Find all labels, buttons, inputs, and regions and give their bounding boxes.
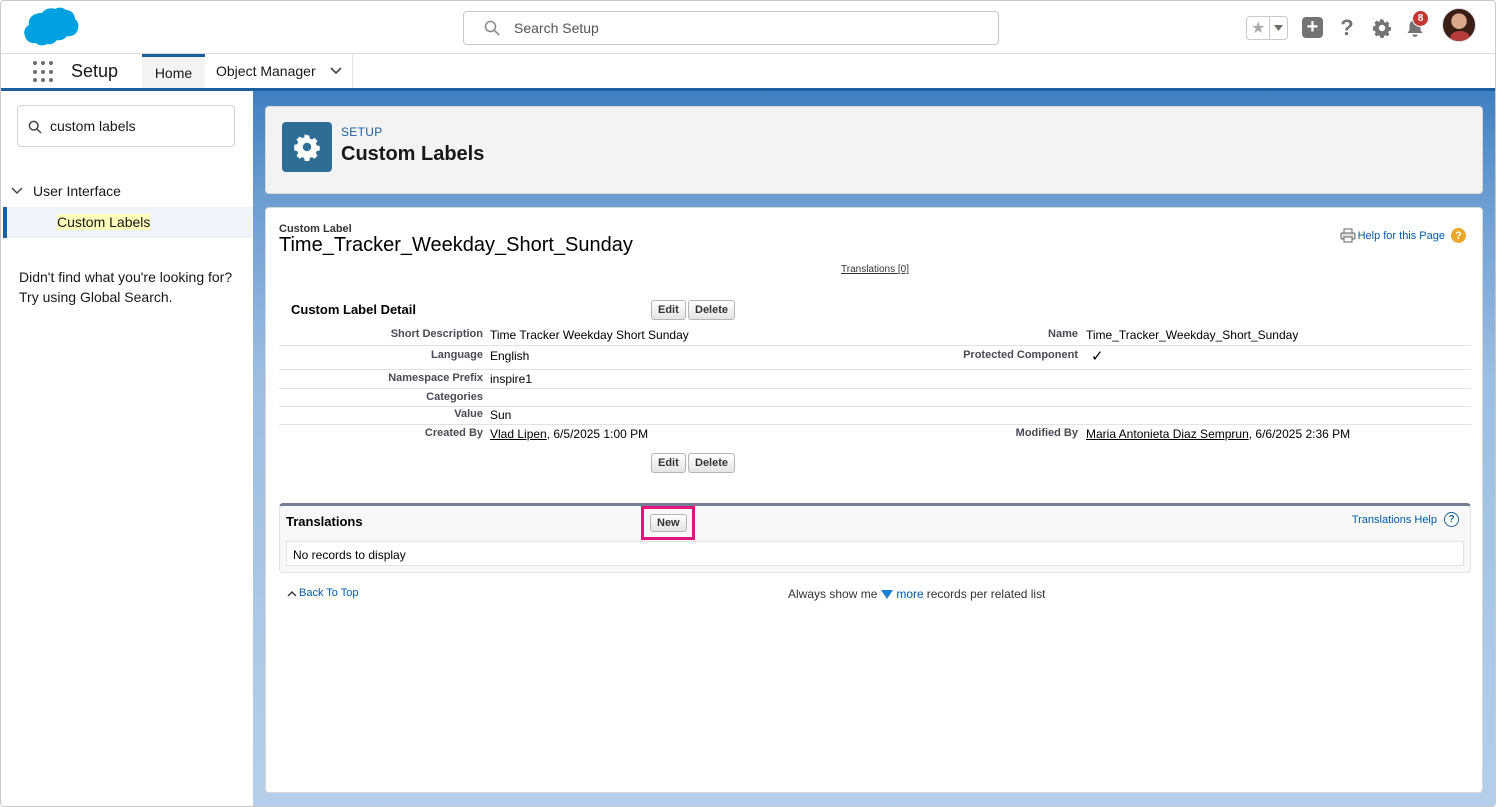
sidebar-item-custom-labels[interactable]: Custom Labels [3,207,253,238]
chevron-down-icon[interactable] [11,187,23,195]
help-question-icon[interactable]: ? [1444,512,1459,527]
app-navigation-bar: Setup Home Object Manager [1,54,1495,91]
back-to-top-label[interactable]: Back To Top [299,587,359,599]
delete-button[interactable]: Delete [688,300,736,320]
tab-object-manager[interactable]: Object Manager [205,54,353,88]
tab-object-manager-label: Object Manager [216,63,316,79]
global-search-input[interactable] [514,12,984,44]
field-value: Vlad Lipen, 6/5/2025 1:00 PM [490,427,648,441]
empty-list-message: No records to display [286,541,1464,566]
always-show-prefix: Always show me [788,587,878,601]
quick-find-box[interactable] [17,105,235,147]
detail-row: Value Sun [279,407,1471,425]
translations-help-link[interactable]: Translations Help ? [1352,512,1459,527]
field-label: Language [431,349,483,361]
setup-gear-icon [282,122,332,172]
detail-row: Language English Protected Component ✓ [279,346,1471,370]
global-search-box[interactable] [463,11,999,45]
edit-button[interactable]: Edit [651,300,686,320]
notification-count-badge: 8 [1412,10,1429,27]
translations-help-label[interactable]: Translations Help [1352,514,1437,526]
field-value: English [490,349,530,363]
page-header: SETUP Custom Labels [265,106,1483,194]
created-date: , 6/5/2025 1:00 PM [546,427,649,441]
help-for-this-page-link[interactable]: Help for this Page ? [1340,228,1466,243]
app-name: Setup [71,61,119,81]
record-detail-panel: Custom Label Time_Tracker_Weekday_Short_… [265,207,1483,793]
printer-icon[interactable] [1340,228,1356,243]
favorites-control[interactable]: ★ [1246,16,1288,40]
favorites-dropdown-button[interactable] [1270,17,1287,39]
edit-button[interactable]: Edit [651,453,686,473]
help-question-icon[interactable]: ? [1451,228,1466,243]
field-value: Time_Tracker_Weekday_Short_Sunday [1086,328,1299,342]
modified-date: , 6/6/2025 2:36 PM [1248,427,1351,441]
back-to-top-link[interactable]: Back To Top [287,587,359,599]
breadcrumb[interactable]: SETUP [341,125,383,139]
created-by-user-link[interactable]: Vlad Lipen [490,427,547,441]
chevron-down-icon[interactable] [330,67,342,75]
sidebar-item-user-interface[interactable]: User Interface [11,183,121,199]
delete-button[interactable]: Delete [688,453,736,473]
user-avatar[interactable] [1442,8,1476,42]
records-per-list-control: Always show me more records per related … [788,587,1045,601]
sidebar-item-label: User Interface [33,183,121,199]
related-list-title: Translations [286,514,363,529]
caret-down-icon [1274,25,1284,31]
always-show-suffix: records per related list [926,587,1046,601]
chevron-up-icon [287,590,297,596]
star-icon[interactable]: ★ [1247,17,1271,39]
main-content-area: SETUP Custom Labels Custom Label Time_Tr… [253,91,1495,806]
field-label: Categories [426,391,483,403]
field-value: Time Tracker Weekday Short Sunday [490,328,689,342]
global-actions-plus-icon[interactable]: + [1302,17,1323,38]
setup-gear-icon[interactable] [1371,17,1393,39]
modified-by-user-link[interactable]: Maria Antonieta Diaz Semprun [1086,427,1249,441]
detail-row: Categories [279,389,1471,407]
help-icon[interactable]: ? [1336,15,1358,40]
translations-related-list: Translations New Translations Help ? No … [279,503,1471,573]
more-records-link[interactable]: more [896,587,923,601]
translations-count: [0] [897,264,910,275]
field-label: Value [454,408,483,420]
translations-anchor-link[interactable]: Translations [0] [841,264,909,275]
sidebar-item-label: Custom Labels [57,214,151,230]
detail-row: Short Description Time Tracker Weekday S… [279,326,1471,346]
detail-section-title: Custom Label Detail [291,302,416,317]
field-label: Created By [424,427,483,439]
field-label: Name [1048,328,1078,340]
app-launcher-icon[interactable] [33,61,55,83]
checkmark-icon: ✓ [1091,348,1104,365]
detail-row: Namespace Prefix inspire1 [279,370,1471,389]
triangle-down-icon[interactable] [881,589,894,599]
highlight-box: New [641,506,695,540]
search-icon [28,120,42,134]
salesforce-logo[interactable] [17,7,79,51]
setup-sidebar: User Interface Custom Labels Didn't find… [1,91,253,806]
new-translation-button[interactable]: New [650,514,687,532]
not-found-hint: Didn't find what you're looking for? Try… [19,269,233,305]
field-value: Sun [490,408,512,422]
search-icon [484,20,500,36]
field-label: Short Description [390,328,483,340]
app-window: ★ + ? 8 Setup Home Objec [0,0,1496,807]
field-label: Namespace Prefix [388,372,483,384]
record-title: Time_Tracker_Weekday_Short_Sunday [279,234,633,256]
page-title: Custom Labels [341,143,485,165]
quick-find-input[interactable] [50,106,230,146]
field-value: inspire1 [490,372,533,386]
help-link-label[interactable]: Help for this Page [1358,230,1445,242]
field-value: Maria Antonieta Diaz Semprun, 6/6/2025 2… [1086,427,1350,441]
field-label: Modified By [1015,427,1078,439]
field-label: Protected Component [963,349,1078,361]
translations-link-label[interactable]: Translations [841,264,895,275]
detail-row: Created By Vlad Lipen, 6/5/2025 1:00 PM … [279,425,1471,445]
tab-home[interactable]: Home [142,54,205,88]
global-header: ★ + ? 8 [1,1,1495,54]
